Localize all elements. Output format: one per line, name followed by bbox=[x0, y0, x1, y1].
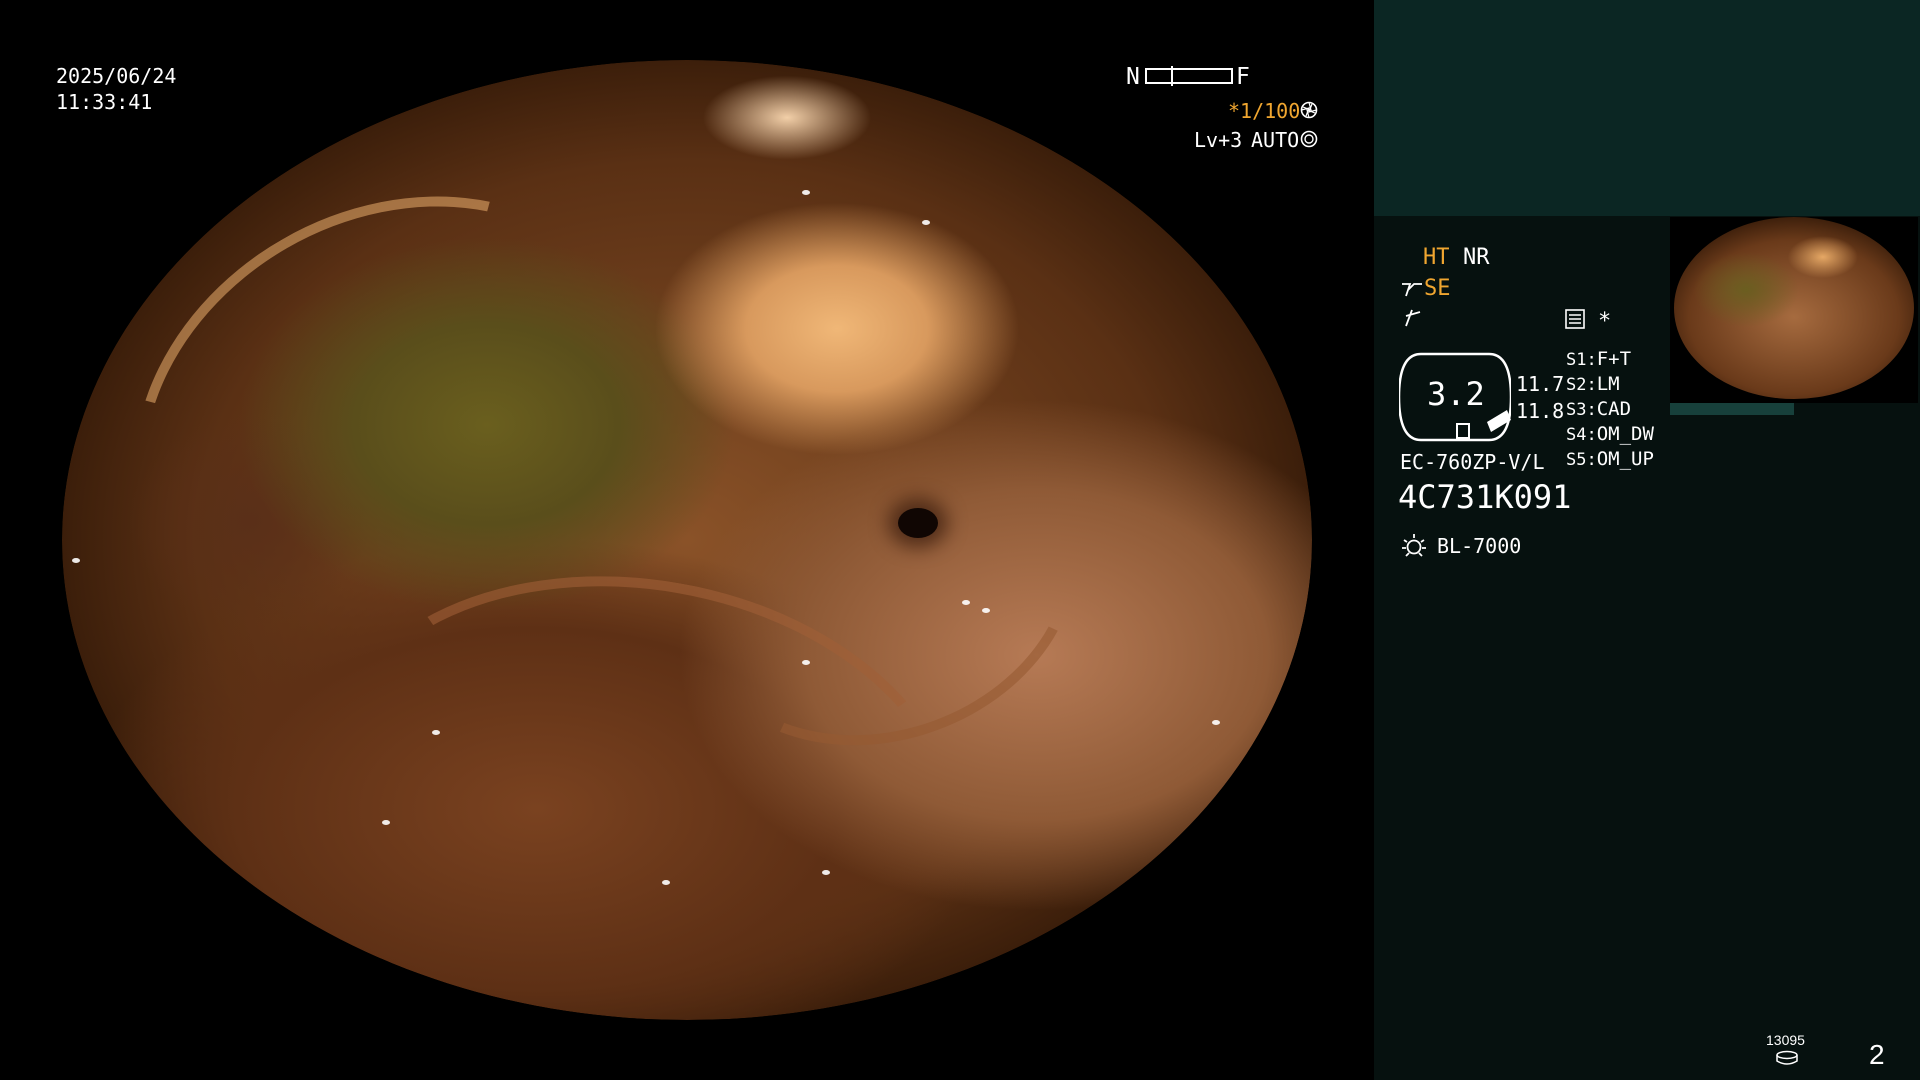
switch-value: OM_UP bbox=[1596, 448, 1654, 470]
switch-key: S3: bbox=[1566, 400, 1597, 420]
aperture-icon bbox=[1300, 101, 1318, 119]
storage-icon bbox=[1775, 1050, 1799, 1066]
readout-2: 11.8 bbox=[1516, 399, 1565, 423]
switch-row: S5:OM_UP bbox=[1566, 448, 1654, 473]
thumbnail-image bbox=[1674, 217, 1914, 399]
switch-value: F+T bbox=[1596, 348, 1632, 370]
switch-value: LM bbox=[1596, 373, 1620, 395]
specular-highlight bbox=[922, 220, 930, 225]
se-indicator: SE bbox=[1424, 276, 1451, 301]
ht-indicator: HT bbox=[1423, 245, 1450, 270]
iris-icon bbox=[1300, 130, 1318, 148]
focus-far-label: F bbox=[1236, 64, 1250, 90]
switch-row: S3:CAD bbox=[1566, 398, 1654, 423]
endoscope-view bbox=[62, 60, 1312, 1020]
switch-row: S1:F+T bbox=[1566, 348, 1654, 373]
time-readout: 11:33:41 bbox=[56, 90, 153, 114]
focus-indicator bbox=[1171, 66, 1173, 86]
frame-counter: 13095 bbox=[1766, 1032, 1805, 1048]
readout-1: 11.7 bbox=[1516, 372, 1565, 396]
switch-row: S2:LM bbox=[1566, 373, 1654, 398]
switch-key: S5: bbox=[1566, 450, 1597, 470]
asterisk-indicator: * bbox=[1598, 309, 1612, 334]
iris-mode-readout: AUTO bbox=[1251, 128, 1300, 152]
focus-near-label: N bbox=[1126, 64, 1140, 90]
specular-highlight bbox=[1212, 720, 1220, 725]
switch-value: CAD bbox=[1596, 398, 1632, 420]
lamp-icon bbox=[1400, 532, 1428, 560]
specular-highlight bbox=[382, 820, 390, 825]
shutter-readout: *1/100 bbox=[1228, 99, 1301, 123]
specular-highlight bbox=[822, 870, 830, 875]
switch-key: S1: bbox=[1566, 350, 1597, 370]
specular-highlight bbox=[662, 880, 670, 885]
focus-bar bbox=[1145, 66, 1233, 86]
gauge: 3.2 bbox=[1397, 352, 1513, 442]
lumen bbox=[898, 508, 938, 538]
switch-list: S1:F+T S2:LM S3:CAD S4:OM_DW S5:OM_UP bbox=[1566, 348, 1654, 473]
specular-highlight bbox=[802, 660, 810, 665]
scope-model: EC-760ZP-V/L bbox=[1400, 450, 1545, 474]
specular-highlight bbox=[962, 600, 970, 605]
menu-icon bbox=[1565, 309, 1585, 329]
switch-key: S2: bbox=[1566, 375, 1597, 395]
switch-key: S4: bbox=[1566, 425, 1597, 445]
switch-row: S4:OM_DW bbox=[1566, 423, 1654, 448]
nr-indicator: NR bbox=[1463, 245, 1490, 270]
specular-highlight bbox=[802, 190, 810, 195]
scope-serial: 4C731K091 bbox=[1398, 478, 1572, 516]
enhance-icon bbox=[1400, 278, 1424, 300]
specular-highlight bbox=[72, 558, 80, 563]
specular-highlight bbox=[432, 730, 440, 735]
panel-header bbox=[1374, 0, 1920, 216]
specular-highlight bbox=[982, 608, 990, 613]
gauge-value: 3.2 bbox=[1427, 375, 1485, 413]
light-source: BL-7000 bbox=[1437, 534, 1522, 558]
capture-thumbnail[interactable] bbox=[1670, 217, 1918, 403]
freeze-icon bbox=[1402, 306, 1422, 328]
level-readout: Lv+3 bbox=[1194, 128, 1243, 152]
date-readout: 2025/06/24 bbox=[56, 64, 177, 88]
thumbnail-bar bbox=[1670, 403, 1794, 415]
image-index: 2 bbox=[1869, 1039, 1885, 1070]
switch-value: OM_DW bbox=[1596, 423, 1654, 445]
